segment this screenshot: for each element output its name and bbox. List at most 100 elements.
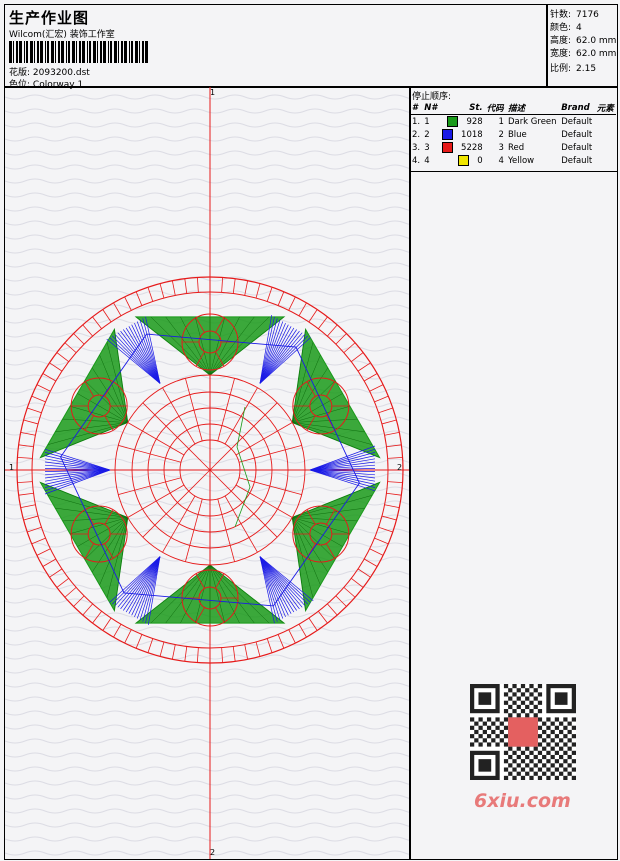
ring-segment	[184, 646, 188, 662]
qr-center-logo	[508, 717, 538, 747]
col-code: 代码	[484, 101, 506, 115]
ring-segment	[23, 419, 39, 425]
cell-n: 2	[424, 129, 430, 140]
stitch-count: 0	[477, 156, 483, 166]
background-texture-line	[5, 94, 410, 100]
ring-segment	[135, 634, 143, 649]
table-row: 4. 4 0 4 Yellow Default	[410, 154, 616, 167]
ring-segment	[308, 309, 318, 323]
cell-desc: Dark Green	[507, 116, 557, 127]
cell-element	[595, 128, 616, 141]
embroidery-design	[5, 87, 410, 859]
ring-segment	[374, 395, 389, 403]
cell-n: 3	[424, 142, 430, 153]
cell-desc: Yellow	[507, 155, 535, 166]
ring-segment	[369, 548, 384, 556]
background-texture-line	[5, 248, 410, 254]
ring-segment	[343, 587, 356, 598]
col-needle: N#	[422, 101, 440, 115]
background-texture-line	[5, 304, 410, 310]
cell-element	[595, 115, 616, 129]
cell-n: 1	[424, 116, 430, 127]
green-fill-region	[291, 481, 381, 613]
col-stitches: St.	[439, 101, 485, 115]
axis-label-top: 1	[210, 88, 216, 97]
center-core-spoke	[209, 448, 232, 471]
ring-segment	[221, 647, 224, 663]
background-texture-line	[5, 794, 410, 800]
cell-stitches: 5228	[440, 141, 485, 154]
ring-segment	[232, 646, 236, 662]
background-texture-line	[5, 542, 410, 548]
ring-segment	[308, 617, 318, 631]
ring-segment	[113, 623, 122, 638]
cell-code: 3	[498, 142, 504, 153]
table-row: 3. 3 5228 3 Red Default	[410, 141, 616, 154]
background-texture-line	[5, 766, 410, 772]
cell-brand: Default	[561, 142, 593, 153]
cell-code: 2	[498, 129, 504, 140]
green-fill-region	[291, 327, 381, 459]
ring-segment	[56, 352, 70, 362]
ring-segment	[73, 333, 85, 345]
ring-segment	[357, 568, 371, 578]
cell-desc: Blue	[507, 129, 527, 140]
ring-segment	[335, 333, 347, 345]
stitch-count: 5228	[461, 143, 483, 153]
table-row: 1. 1 928 1 Dark Green Default	[410, 115, 616, 129]
background-texture-line	[5, 164, 410, 170]
ring-segment	[318, 316, 328, 330]
axis-label-bottom: 2	[210, 848, 216, 857]
ring-segment	[171, 644, 176, 660]
ring-segment	[159, 641, 165, 657]
cell-idx: 4.	[412, 155, 421, 166]
ring-segment	[171, 280, 176, 296]
center-spoke	[230, 490, 278, 538]
ring-segment	[17, 481, 33, 484]
background-texture-line	[5, 668, 410, 674]
ring-segment	[288, 629, 296, 644]
background-texture-line	[5, 150, 410, 156]
table-header-row: # N# St. 代码 描述 Brand 元素	[410, 101, 616, 115]
ring-segment	[350, 578, 364, 588]
center-spoke	[142, 490, 190, 538]
cell-idx: 2.	[412, 129, 421, 140]
axis-label-left: 1	[9, 463, 15, 472]
cell-n: 4	[424, 155, 430, 166]
ring-segment	[124, 629, 132, 644]
stat-colors: 颜色: 4	[550, 23, 582, 33]
color-swatch	[442, 129, 454, 140]
background-texture-line	[5, 486, 410, 492]
design-canvas: 1 2 2 1	[4, 86, 411, 860]
background-texture-line	[5, 654, 410, 660]
col-index: #	[410, 101, 423, 115]
color-swatch	[447, 116, 459, 127]
background-texture-line	[5, 808, 410, 814]
panel-divider	[410, 171, 617, 172]
center-core-spoke	[209, 469, 232, 492]
cell-code: 1	[498, 116, 504, 127]
ring-segment	[381, 515, 397, 521]
ring-segment	[369, 384, 384, 392]
ring-segment	[196, 277, 199, 293]
stat-width: 宽度: 62.0 mm	[550, 49, 617, 59]
cell-stitches: 1018	[440, 128, 485, 141]
ring-segment	[27, 407, 42, 414]
background-texture-line	[5, 178, 410, 184]
ring-segment	[147, 638, 154, 653]
background-texture-line	[5, 234, 410, 240]
ring-segment	[318, 610, 328, 624]
cell-stitches: 928	[440, 115, 485, 129]
ring-segment	[20, 504, 36, 509]
ring-segment	[255, 641, 261, 657]
cell-idx: 1.	[412, 116, 421, 127]
ring-segment	[73, 595, 85, 607]
design-stats: 针数: 7176 颜色: 4 高度: 62.0 mm 宽度: 62.0 mm 比例: 2.…	[546, 4, 618, 88]
cell-brand: Default	[561, 116, 593, 127]
background-texture-line	[5, 220, 410, 226]
col-description: 描述	[505, 101, 560, 115]
ring-segment	[386, 492, 402, 496]
ring-segment	[277, 291, 285, 306]
ring-segment	[378, 407, 393, 414]
background-texture-line	[5, 710, 410, 716]
